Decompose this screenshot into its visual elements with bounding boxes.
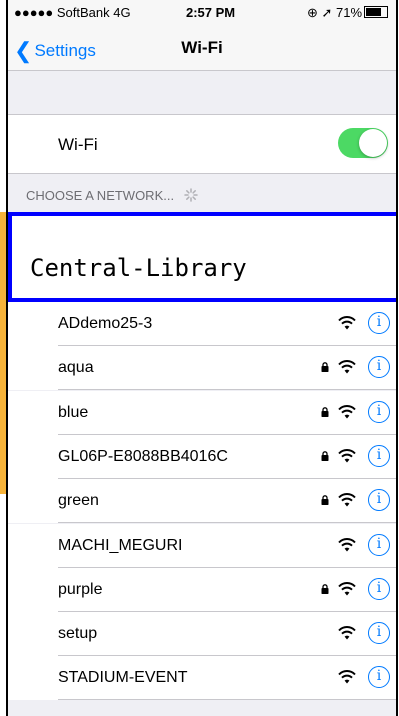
wifi-signal-icon [338, 404, 356, 419]
status-right-text: ⊕ ➚ 71% [306, 5, 362, 20]
wifi-signal-icon [338, 316, 356, 330]
info-icon[interactable]: i [368, 577, 390, 600]
info-icon[interactable]: i [368, 356, 390, 379]
info-icon[interactable]: i [368, 489, 390, 512]
lock-icon [321, 583, 329, 594]
network-row[interactable]: STADIUM-EVENT i [8, 656, 396, 701]
network-row[interactable]: setup i [8, 612, 396, 657]
network-name: purple [58, 580, 103, 598]
wifi-signal-icon [338, 581, 356, 596]
wifi-toggle-label: Wi-Fi [58, 135, 98, 154]
battery-icon [364, 6, 388, 18]
network-row[interactable]: aqua i [8, 346, 396, 391]
toggle-knob [359, 129, 387, 157]
network-name: GL06P-E8088BB4016C [58, 447, 228, 465]
network-row[interactable]: blue i [8, 390, 396, 435]
network-name: aqua [58, 359, 94, 377]
choose-network-header: CHOOSE A NETWORK... [26, 188, 198, 203]
wifi-signal-icon [338, 537, 356, 551]
status-right: ⊕ ➚ 71% [307, 5, 388, 21]
info-icon[interactable]: i [368, 400, 390, 423]
page-title: Wi-Fi [181, 38, 223, 57]
network-name: STADIUM-EVENT [58, 669, 188, 687]
network-row[interactable]: ADdemo25-3 i [8, 302, 396, 346]
wifi-signal-icon [338, 360, 356, 374]
navigation-bar: ❮ Settings Wi-Fi [8, 24, 396, 71]
status-time: 2:57 PM [186, 5, 236, 20]
row-separator [58, 699, 396, 701]
lock-icon [321, 451, 329, 461]
info-icon[interactable]: i [368, 622, 390, 645]
wifi-signal-icon [338, 626, 356, 640]
info-icon[interactable]: i [368, 444, 390, 467]
highlight-label: Central-Library [30, 254, 247, 282]
loading-spinner-icon [183, 188, 198, 202]
status-bar: ●●●●● SoftBank 4G 2:57 PM ⊕ ➚ 71% [8, 0, 396, 24]
info-icon[interactable]: i [368, 312, 390, 334]
highlight-side-tab [0, 212, 6, 494]
lock-icon [321, 362, 329, 373]
network-name: ADdemo25-3 [58, 315, 153, 332]
network-row[interactable]: GL06P-E8088BB4016C i [8, 434, 396, 479]
network-name: setup [58, 625, 98, 643]
phone-screen: ●●●●● SoftBank 4G 2:57 PM ⊕ ➚ 71% ❮ Setti… [6, 0, 398, 716]
info-icon[interactable]: i [368, 533, 390, 556]
lock-icon [321, 406, 329, 417]
lock-icon [321, 495, 329, 506]
network-name: green [58, 492, 99, 510]
network-row[interactable]: MACHI_MEGURI i [8, 523, 396, 568]
wifi-signal-icon [338, 449, 356, 463]
section-gap [8, 71, 396, 113]
wifi-signal-icon [338, 670, 356, 684]
network-row[interactable]: green i [8, 479, 396, 524]
central-library-highlight[interactable]: Central-Library [8, 212, 396, 302]
network-name: blue [58, 403, 89, 421]
wifi-signal-icon [338, 493, 356, 507]
carrier-signal: ●●●●● SoftBank 4G [14, 5, 131, 20]
wifi-toggle-switch[interactable] [338, 128, 388, 158]
network-name: MACHI_MEGURI [58, 536, 183, 554]
info-icon[interactable]: i [368, 666, 390, 689]
section-header-text: CHOOSE A NETWORK... [26, 188, 175, 203]
wifi-toggle-row: Wi-Fi [8, 114, 396, 174]
network-row[interactable]: purple i [8, 567, 396, 612]
